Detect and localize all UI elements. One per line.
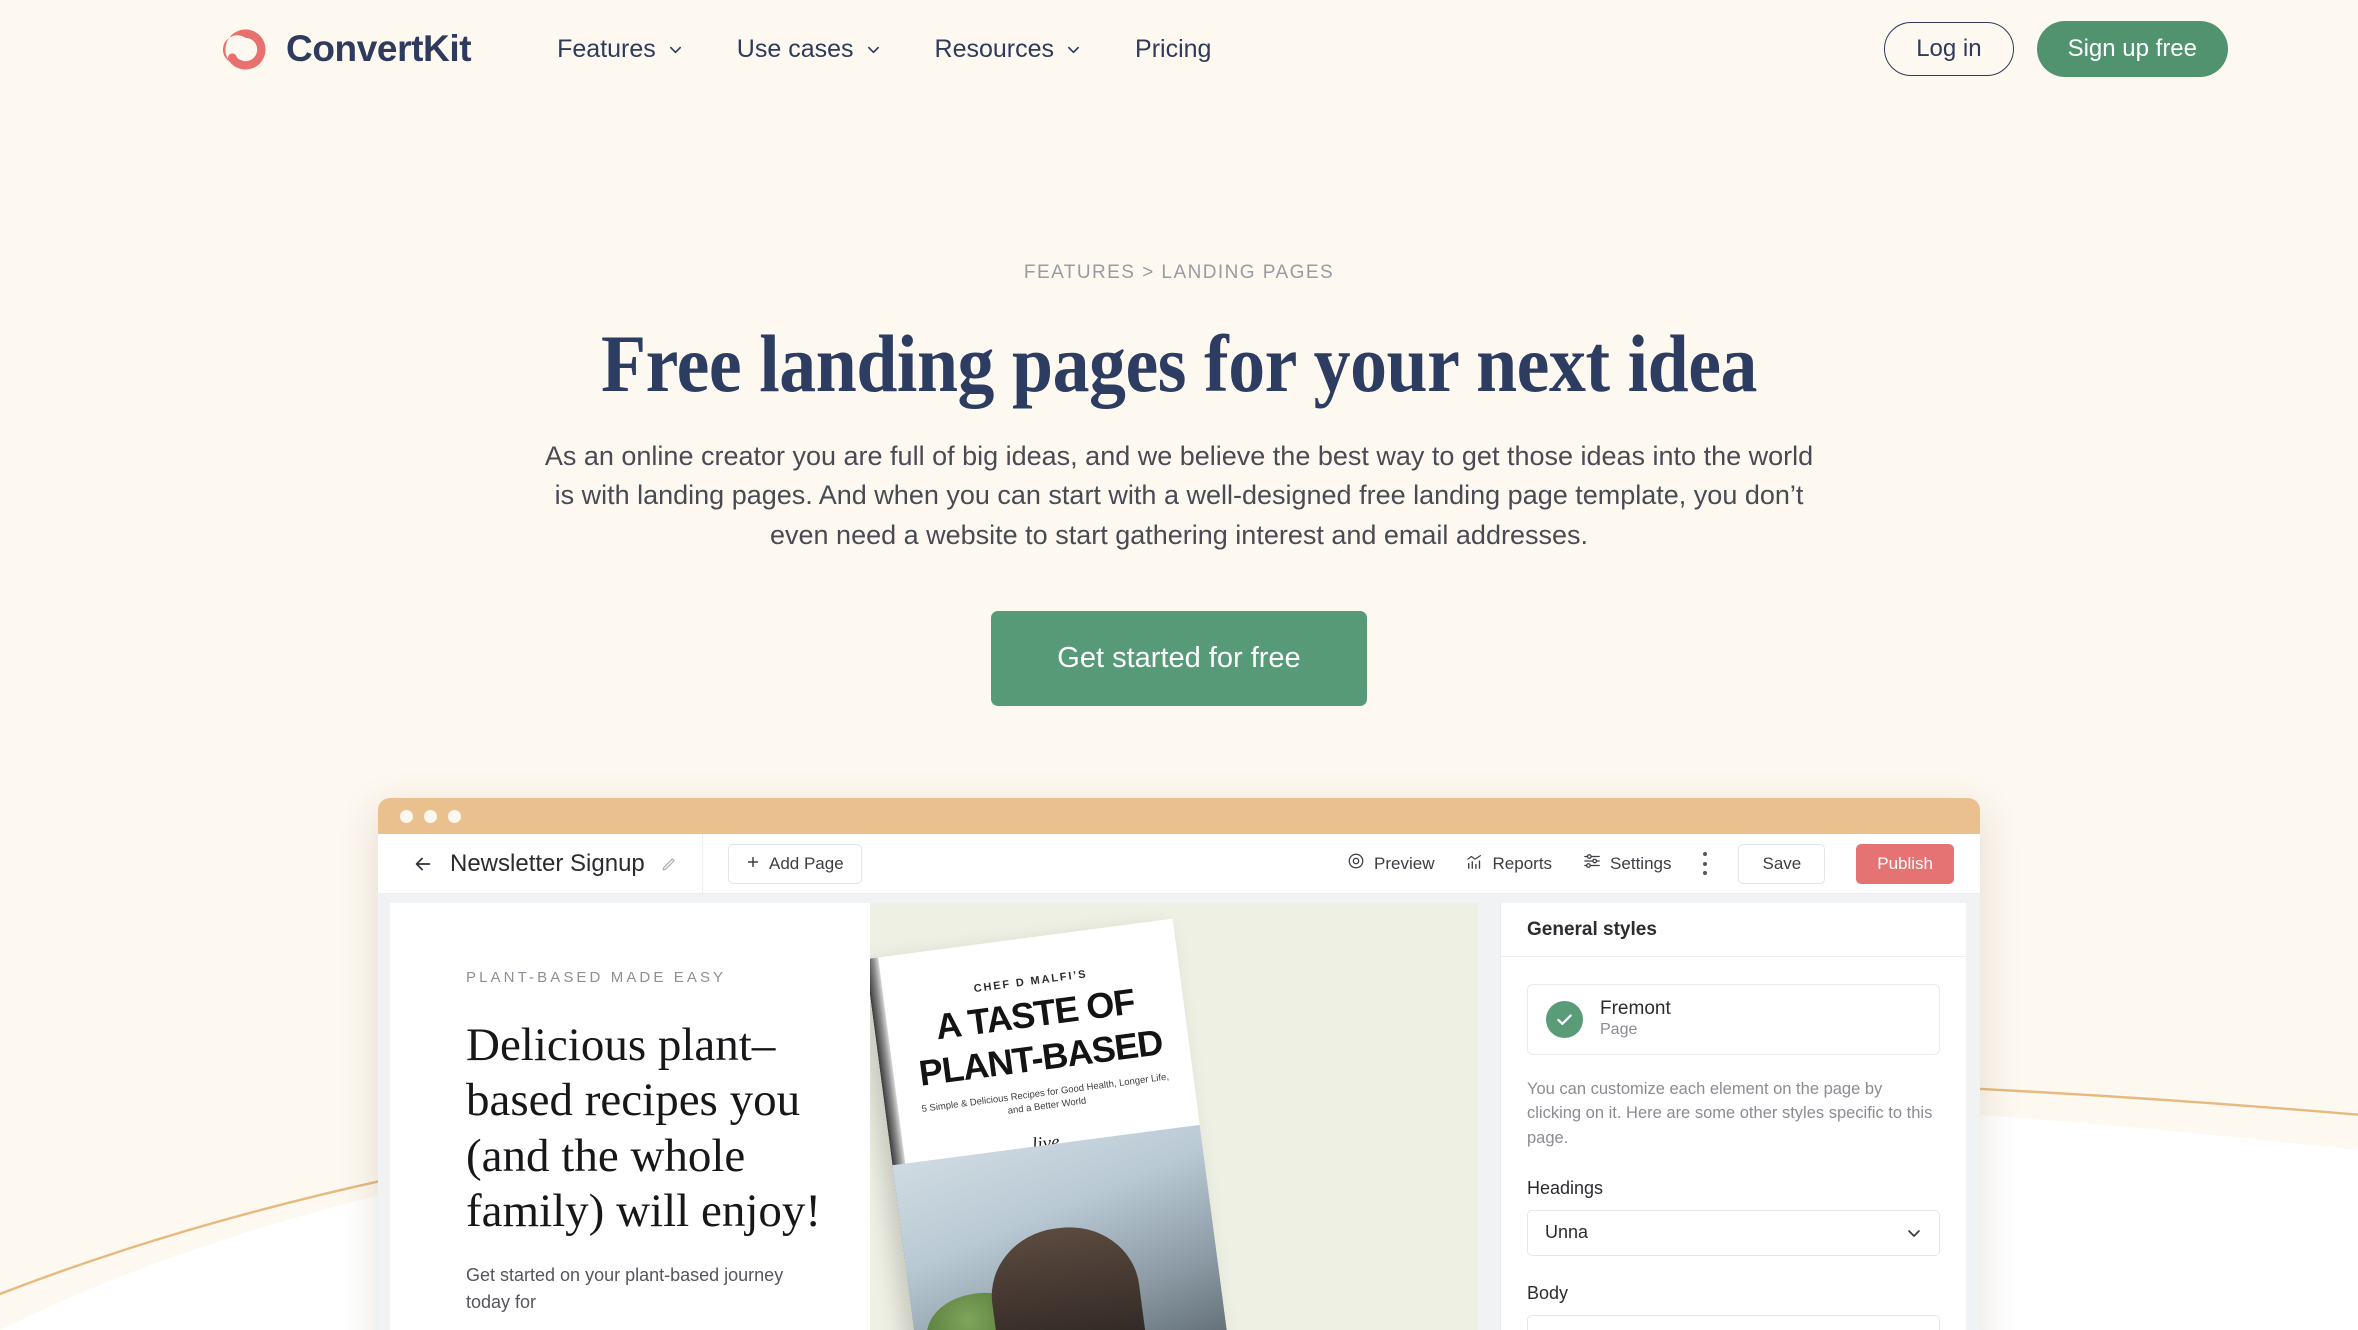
- panel-content: Fremont Page You can customize each elem…: [1501, 957, 1966, 1330]
- nav-label: Pricing: [1135, 34, 1212, 63]
- sliders-icon: [1583, 852, 1601, 875]
- browser-chrome: [378, 798, 1980, 834]
- styles-panel: General styles Fremont Page You can cust…: [1500, 903, 1966, 1330]
- publish-button[interactable]: Publish: [1856, 843, 1954, 884]
- bar-chart-icon: [1466, 852, 1484, 875]
- nav-item-resources[interactable]: Resources: [935, 35, 1082, 64]
- main-navigation: Features Use cases Resources Pricing: [557, 35, 1211, 64]
- pencil-icon[interactable]: [661, 855, 678, 872]
- headings-font-select[interactable]: Unna: [1527, 1209, 1940, 1256]
- nav-label: Features: [557, 34, 656, 63]
- theme-kind: Page: [1600, 1020, 1638, 1038]
- theme-info: Fremont Page: [1600, 998, 1671, 1041]
- signup-button[interactable]: Sign up free: [2036, 20, 2228, 78]
- nav-item-pricing[interactable]: Pricing: [1135, 35, 1211, 64]
- headings-label: Headings: [1527, 1177, 1604, 1198]
- hero-section: FEATURES > LANDING PAGES Free landing pa…: [0, 262, 2358, 706]
- page-title: Free landing pages for your next idea: [601, 318, 1757, 409]
- window-maximize-dot-icon: [448, 809, 461, 823]
- toolbar-right: Preview Reports Settings Save Publish: [1347, 843, 1980, 884]
- headings-font-value: Unna: [1545, 1222, 1589, 1243]
- window-minimize-dot-icon: [424, 809, 437, 823]
- canvas-subtext: Get started on your plant-based journey …: [466, 1264, 784, 1312]
- login-button[interactable]: Log in: [1884, 21, 2014, 77]
- page-canvas[interactable]: PLANT-BASED MADE EASY Delicious plant–ba…: [390, 903, 1478, 1330]
- get-started-button[interactable]: Get started for free: [991, 610, 1367, 706]
- canvas-text-column: PLANT-BASED MADE EASY Delicious plant–ba…: [390, 903, 870, 1330]
- back-arrow-icon[interactable]: [412, 853, 434, 875]
- add-page-button[interactable]: Add Page: [728, 843, 862, 884]
- chevron-down-icon: [668, 42, 683, 57]
- logo[interactable]: ConvertKit: [222, 26, 472, 73]
- nav-item-features[interactable]: Features: [557, 35, 683, 64]
- kebab-menu-icon[interactable]: [1702, 852, 1707, 875]
- chevron-down-icon: [866, 42, 881, 57]
- book-cover-text: CHEF D MALFI’S A TASTE OF PLANT-BASED 5 …: [870, 919, 1196, 1135]
- save-button[interactable]: Save: [1738, 843, 1826, 884]
- settings-label: Settings: [1610, 853, 1672, 873]
- reports-button[interactable]: Reports: [1466, 852, 1553, 875]
- theme-name: Fremont: [1600, 998, 1671, 1019]
- editor-body: PLANT-BASED MADE EASY Delicious plant–ba…: [378, 894, 1980, 1330]
- header-actions: Log in Sign up free: [1884, 20, 2228, 78]
- canvas-image-column: CHEF D MALFI’S A TASTE OF PLANT-BASED 5 …: [870, 903, 1478, 1330]
- nav-label: Resources: [934, 34, 1055, 63]
- editor-page-title: Newsletter Signup: [450, 849, 645, 877]
- landing-page: ConvertKit Features Use cases Resources: [0, 0, 2358, 1330]
- toolbar-left: Newsletter Signup: [378, 834, 703, 893]
- editor-toolbar: Newsletter Signup Add Page Preview Repor…: [378, 834, 1980, 894]
- preview-button[interactable]: Preview: [1347, 852, 1435, 875]
- body-font-select[interactable]: Noto Sans: [1527, 1314, 1940, 1330]
- convertkit-logo-icon: [222, 26, 269, 73]
- theme-card[interactable]: Fremont Page: [1527, 984, 1940, 1055]
- breadcrumb: FEATURES > LANDING PAGES: [1023, 262, 1335, 283]
- settings-button[interactable]: Settings: [1583, 852, 1671, 875]
- eye-icon: [1347, 852, 1365, 875]
- canvas-headline: Delicious plant–based recipes you (and t…: [466, 1019, 822, 1238]
- book-photo: [892, 1124, 1229, 1330]
- check-icon: [1546, 1000, 1583, 1038]
- panel-description: You can customize each element on the pa…: [1527, 1079, 1933, 1148]
- chevron-down-icon: [1906, 1225, 1922, 1241]
- add-page-label: Add Page: [769, 853, 844, 873]
- preview-label: Preview: [1374, 853, 1435, 873]
- nav-label: Use cases: [736, 34, 854, 63]
- body-label: Body: [1527, 1282, 1569, 1303]
- plus-icon: [746, 854, 760, 874]
- logo-text: ConvertKit: [286, 28, 472, 69]
- app-mockup: Newsletter Signup Add Page Preview Repor…: [378, 798, 1980, 1330]
- reports-label: Reports: [1492, 853, 1553, 873]
- panel-heading: General styles: [1501, 903, 1966, 957]
- panel-gap: [1478, 894, 1500, 1330]
- window-close-dot-icon: [400, 809, 413, 823]
- chevron-down-icon: [1066, 42, 1081, 57]
- nav-item-use-cases[interactable]: Use cases: [737, 35, 881, 64]
- hero-subtitle: As an online creator you are full of big…: [544, 440, 1814, 550]
- site-header: ConvertKit Features Use cases Resources: [0, 0, 2358, 98]
- book-cover-image: CHEF D MALFI’S A TASTE OF PLANT-BASED 5 …: [870, 918, 1229, 1330]
- canvas-eyebrow: PLANT-BASED MADE EASY: [466, 969, 727, 986]
